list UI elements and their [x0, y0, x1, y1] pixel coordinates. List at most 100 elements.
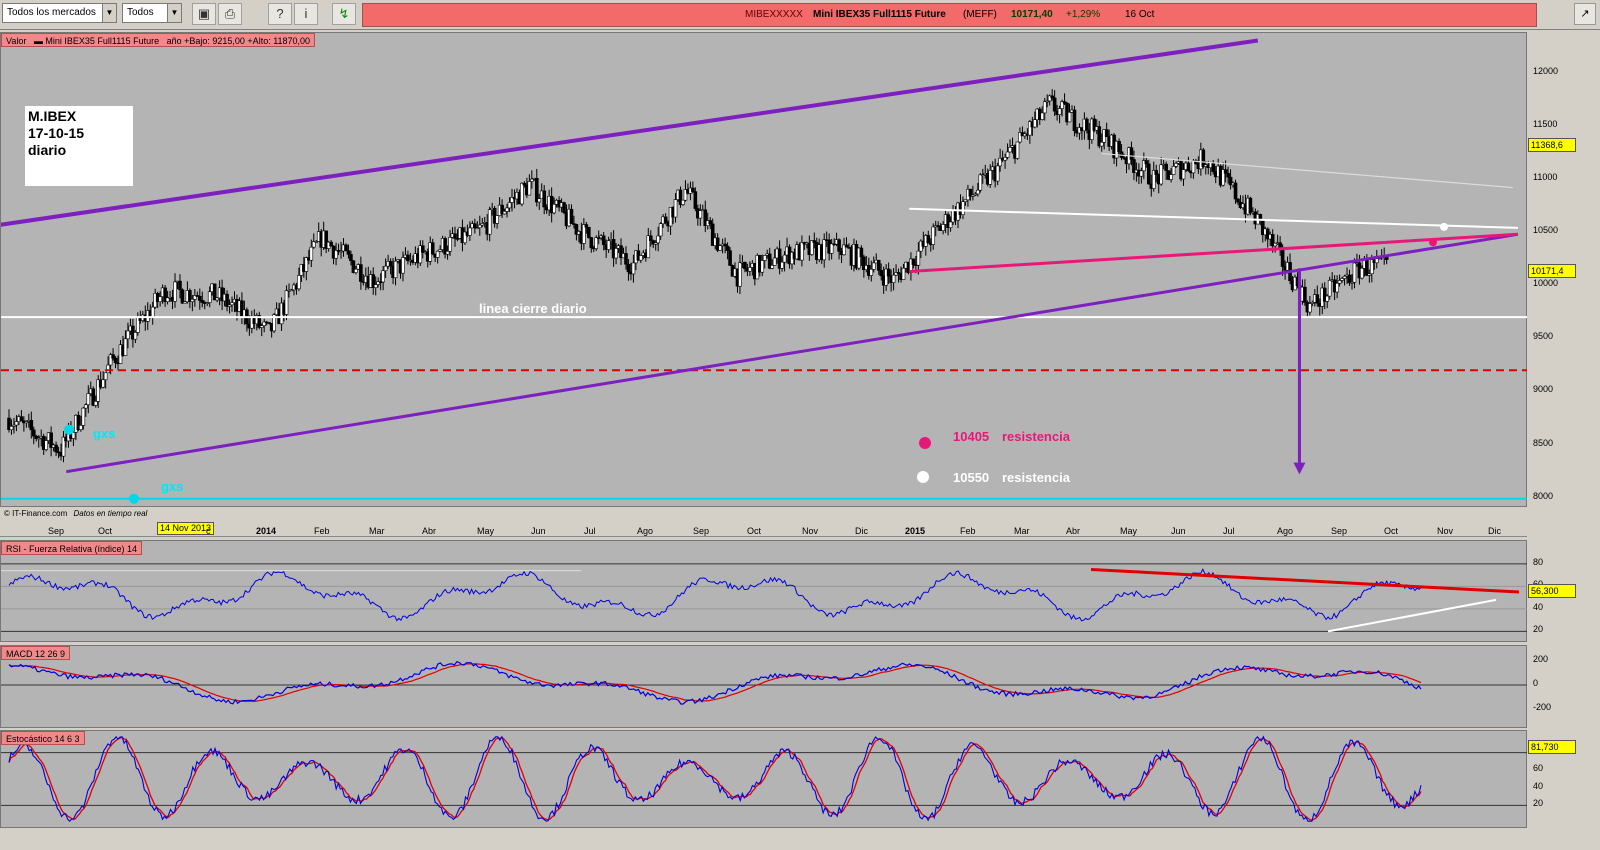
candle-body: [200, 300, 205, 303]
candle-body: [393, 260, 398, 279]
pink-resistance-line: [909, 232, 1519, 273]
chart-refresh-icon[interactable]: ↯: [332, 3, 356, 25]
candle-body: [215, 297, 219, 301]
candle-body: [1099, 141, 1104, 147]
candle-body: [1258, 214, 1263, 220]
candle-body: [448, 237, 452, 252]
source-label: © IT-Finance.com: [4, 509, 68, 518]
candle-body: [911, 258, 916, 265]
market-select-value: Todos los mercados: [7, 7, 96, 18]
candle-body: [1315, 294, 1320, 304]
candle-body: [1052, 97, 1057, 112]
time-tick-label: Jul: [584, 526, 596, 536]
chevron-down-icon: ▼: [167, 4, 181, 22]
price-tick-label: 10500: [1533, 225, 1559, 236]
candle-body: [473, 223, 477, 228]
rsi-title: RSI - Fuerza Relativa (índice) 14: [1, 541, 143, 555]
stoch-tick-label: 60: [1533, 763, 1544, 774]
candle-body: [1117, 140, 1121, 153]
candle-body: [1159, 164, 1163, 185]
time-tick-label: Dic: [1488, 526, 1501, 536]
candle-body: [1236, 198, 1240, 203]
candle-body: [569, 208, 574, 224]
candle-body: [988, 170, 993, 185]
candle-body: [772, 257, 777, 266]
label-line: M.IBEX: [28, 108, 77, 124]
candle-body: [54, 444, 58, 453]
candle-body: [844, 244, 849, 248]
candle-body: [639, 255, 643, 261]
candle-body: [978, 174, 983, 191]
candle-body: [309, 246, 314, 261]
rsi-resistance-line: [1090, 568, 1520, 594]
time-tick-label: Sep: [48, 526, 65, 536]
rsi-panel: RSI - Fuerza Relativa (índice) 14: [0, 540, 1528, 643]
pink-resistance-value: 10405: [953, 429, 990, 444]
macd-axis: 200 0 -200: [1527, 645, 1600, 728]
candle-body: [1040, 112, 1045, 120]
candle-body: [1278, 242, 1282, 248]
candle-body: [381, 270, 385, 283]
label-line: diario: [28, 142, 67, 158]
price-tick-label: 9500: [1533, 331, 1554, 342]
candle-body: [1085, 118, 1089, 131]
stoch-signal-line: [8, 736, 1422, 821]
candle-body: [373, 284, 378, 288]
label-line: 17-10-15: [28, 125, 85, 141]
stoch-chart[interactable]: [1, 731, 1528, 829]
candle-body: [1169, 174, 1173, 180]
rsi-tick-label: 80: [1533, 556, 1544, 567]
candle-body: [673, 199, 678, 218]
stoch-tick-label: 20: [1533, 798, 1544, 809]
candle-body: [284, 290, 289, 315]
candle-body: [93, 401, 98, 406]
candle-body: [178, 280, 182, 291]
candle-body: [1154, 170, 1159, 175]
candle-body: [891, 274, 896, 283]
candle-body: [648, 235, 653, 241]
time-tick-label: 2014: [256, 526, 277, 536]
market-select[interactable]: Todos los mercados ▼: [2, 3, 117, 23]
info-icon[interactable]: i: [294, 3, 318, 25]
price-chart[interactable]: [1, 33, 1528, 508]
candle-body: [658, 223, 663, 237]
candle-body: [111, 354, 115, 359]
candle-body: [552, 204, 556, 214]
macd-chart[interactable]: [1, 646, 1528, 729]
type-select[interactable]: Todos ▼: [122, 3, 182, 23]
print-icon[interactable]: ⎙: [218, 3, 242, 25]
candle-body: [1352, 262, 1357, 283]
time-tick-label: Nov: [802, 526, 819, 536]
time-tick-label: Mar: [369, 526, 385, 536]
candle-body: [562, 202, 566, 213]
candle-body: [359, 264, 363, 282]
toolbar: Todos los mercados ▼ Todos ▼ ▣ ⎙ ? i ↯ M…: [0, 0, 1600, 30]
save-icon[interactable]: ▣: [192, 3, 216, 25]
macd-tick-label: -200: [1533, 702, 1552, 712]
candle-body: [743, 261, 747, 270]
candle-body: [14, 421, 19, 426]
time-tick-label: May: [477, 526, 495, 536]
candle-body: [614, 248, 618, 259]
price-tick-label: 11500: [1533, 118, 1558, 129]
upper-channel-line: [1, 38, 1259, 227]
help-icon[interactable]: ?: [268, 3, 292, 25]
candle-body: [346, 250, 351, 255]
quote-date: 16 Oct: [1125, 9, 1155, 20]
candle-body: [1335, 282, 1339, 293]
price-tick-label: 9000: [1533, 384, 1554, 395]
price-panel: Valor ▬ Mini IBEX35 Full1115 Future año …: [0, 32, 1528, 508]
candle-body: [1139, 170, 1144, 177]
chart-window-icon[interactable]: ↗: [1574, 3, 1596, 25]
candle-body: [445, 251, 450, 255]
time-tick-label: Sep: [1331, 526, 1348, 536]
candle-body: [871, 262, 876, 270]
candle-body: [123, 338, 128, 356]
candle-body: [656, 235, 660, 244]
candle-body: [948, 221, 953, 229]
candle-body: [1233, 182, 1238, 200]
candle-body: [1308, 303, 1312, 313]
candle-body: [584, 224, 589, 228]
candle-body: [468, 227, 472, 236]
rsi-chart[interactable]: [1, 541, 1528, 643]
